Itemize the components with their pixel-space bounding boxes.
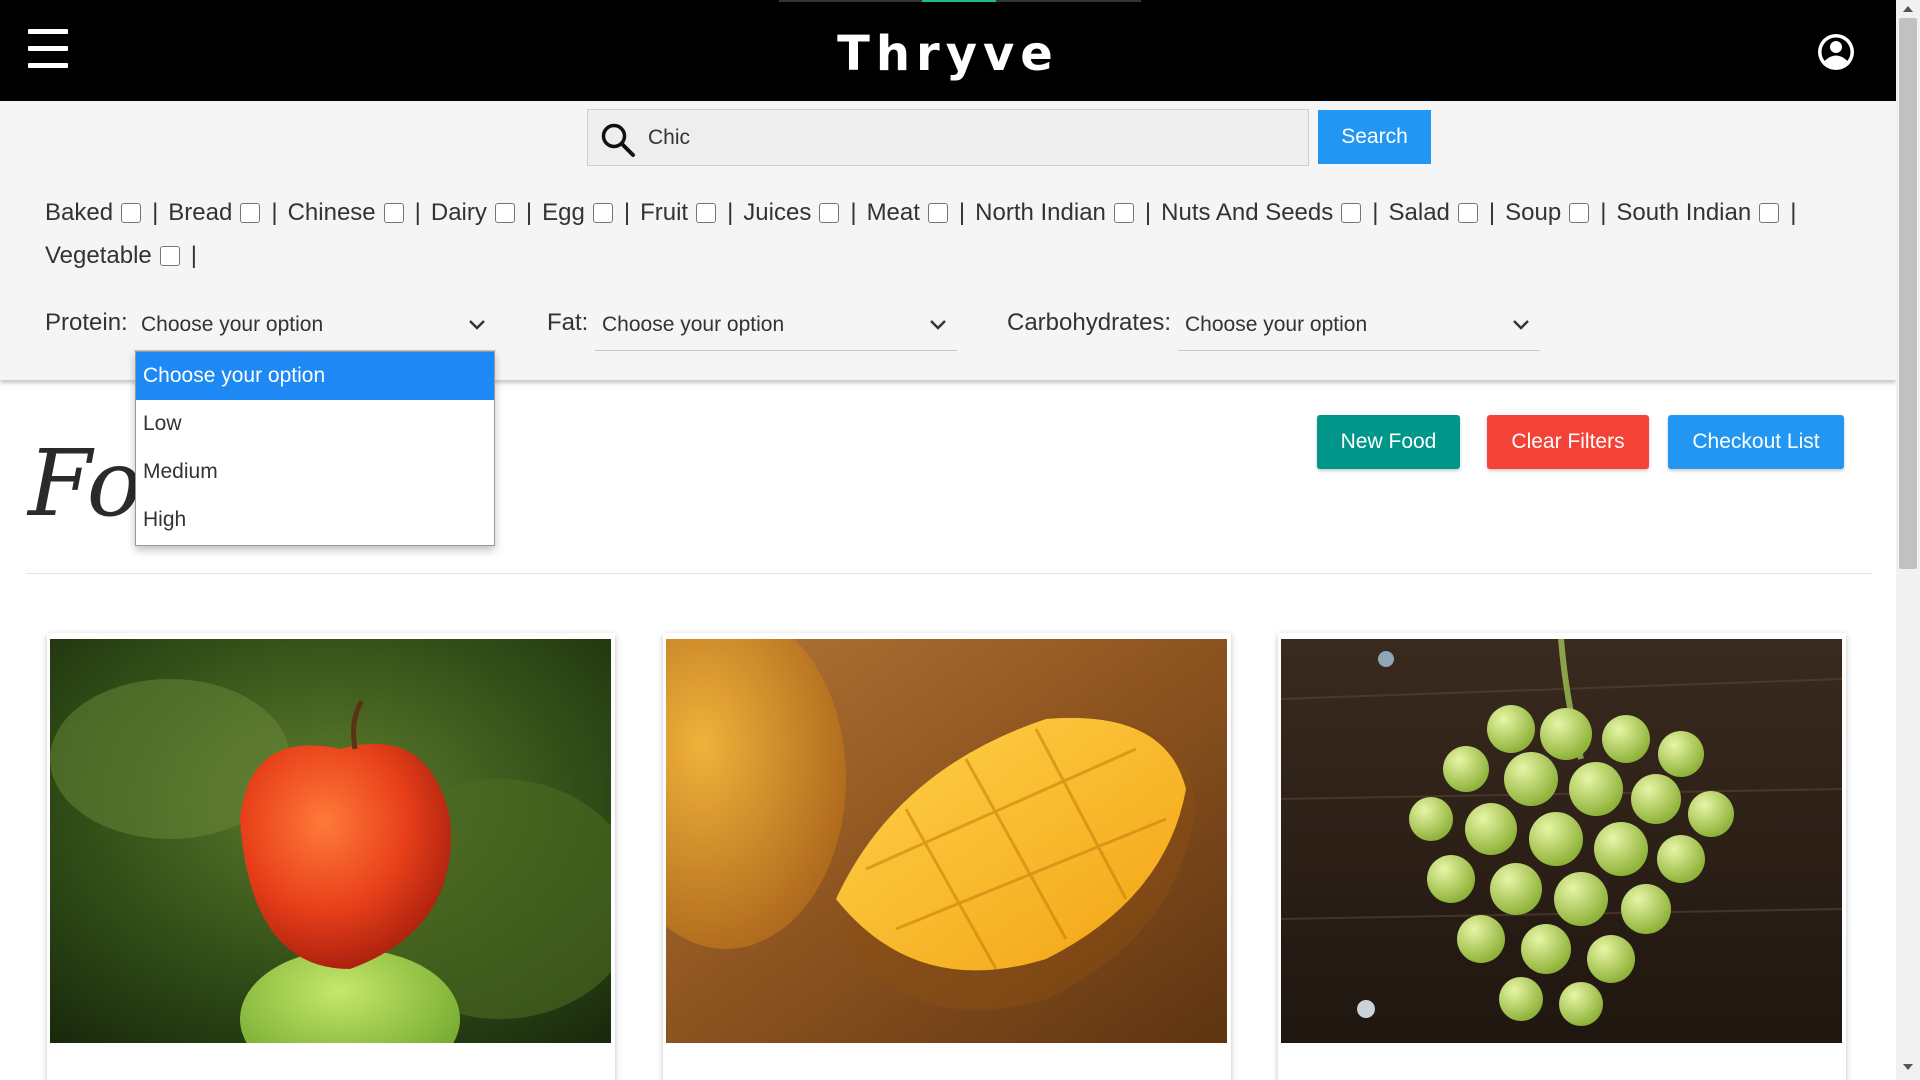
new-food-button[interactable]: New Food xyxy=(1317,415,1460,469)
category-meat[interactable]: Meat xyxy=(867,199,948,227)
separator: | xyxy=(850,199,857,226)
search-input[interactable] xyxy=(648,120,1288,156)
category-checkbox[interactable] xyxy=(1113,203,1134,223)
separator: | xyxy=(623,199,631,226)
category-checkbox[interactable] xyxy=(819,203,840,223)
user-circle-icon[interactable] xyxy=(1816,32,1856,72)
separator: | xyxy=(152,199,159,226)
food-card[interactable] xyxy=(663,633,1231,1080)
food-image-grapes[interactable] xyxy=(1281,639,1842,1043)
category-baked[interactable]: Baked xyxy=(45,199,142,227)
food-card[interactable] xyxy=(47,633,615,1080)
scrollbar-thumb[interactable] xyxy=(1899,18,1917,569)
filter-panel: Search Baked | Bread | Chinese | Dairy |… xyxy=(0,101,1896,380)
category-checkbox[interactable] xyxy=(927,203,948,223)
protein-select[interactable]: Choose your option xyxy=(134,301,496,351)
protein-select-value: Choose your option xyxy=(141,313,324,336)
category-checkbox[interactable] xyxy=(592,203,613,223)
fat-select-value: Choose your option xyxy=(602,313,785,336)
search-button[interactable]: Search xyxy=(1318,110,1431,164)
category-fruit[interactable]: Fruit xyxy=(640,199,717,227)
separator: | xyxy=(958,199,966,226)
carbohydrates-select-value: Choose your option xyxy=(1185,313,1368,336)
top-navbar: Thryve xyxy=(0,0,1896,101)
protein-dropdown-menu: Choose your option Low Medium High xyxy=(135,351,495,546)
category-checkbox[interactable] xyxy=(696,203,717,223)
category-checkbox[interactable] xyxy=(159,246,180,266)
category-checkbox[interactable] xyxy=(121,203,142,223)
search-box[interactable] xyxy=(587,109,1309,166)
dropdown-option-low[interactable]: Low xyxy=(136,400,494,448)
separator: | xyxy=(1372,199,1379,226)
food-image-apple[interactable] xyxy=(50,639,611,1043)
dropdown-option-medium[interactable]: Medium xyxy=(136,448,494,496)
fat-select[interactable]: Choose your option xyxy=(595,301,957,351)
category-vegetable[interactable]: Vegetable xyxy=(45,242,180,270)
carbohydrates-select[interactable]: Choose your option xyxy=(1178,301,1540,351)
brand-logo[interactable]: Thryve xyxy=(0,26,1896,82)
separator: | xyxy=(1144,199,1152,226)
category-filter-row: Vegetable | xyxy=(45,242,207,270)
category-nuts-and-seeds[interactable]: Nuts And Seeds xyxy=(1161,199,1362,227)
category-checkbox[interactable] xyxy=(1569,203,1590,223)
separator: | xyxy=(525,199,533,226)
carbohydrates-label: Carbohydrates: xyxy=(1007,309,1172,336)
dropdown-option-high[interactable]: High xyxy=(136,496,494,544)
checkout-list-button[interactable]: Checkout List xyxy=(1668,415,1844,469)
category-bread[interactable]: Bread xyxy=(168,199,261,227)
food-card[interactable] xyxy=(1278,633,1846,1080)
separator: | xyxy=(727,199,734,226)
loading-bar-fill xyxy=(922,0,996,2)
category-north-indian[interactable]: North Indian xyxy=(975,199,1134,227)
scroll-down-arrow-icon[interactable] xyxy=(1903,1064,1913,1070)
category-egg[interactable]: Egg xyxy=(542,199,613,227)
category-checkbox[interactable] xyxy=(1759,203,1780,223)
food-image-mango[interactable] xyxy=(666,639,1227,1043)
scroll-up-arrow-icon[interactable] xyxy=(1903,6,1913,12)
separator: | xyxy=(1600,199,1607,226)
category-filter-row: Baked | Bread | Chinese | Dairy | Egg | … xyxy=(45,199,1806,227)
category-south-indian[interactable]: South Indian xyxy=(1616,199,1780,227)
category-checkbox[interactable] xyxy=(494,203,515,223)
protein-label: Protein: xyxy=(45,309,128,336)
chevron-down-icon xyxy=(469,320,485,330)
category-dairy[interactable]: Dairy xyxy=(431,199,515,227)
category-checkbox[interactable] xyxy=(1457,203,1478,223)
category-chinese[interactable]: Chinese xyxy=(288,199,404,227)
category-juices[interactable]: Juices xyxy=(743,199,840,227)
category-salad[interactable]: Salad xyxy=(1389,199,1478,227)
category-soup[interactable]: Soup xyxy=(1505,199,1590,227)
page-scrollbar[interactable] xyxy=(1896,0,1920,1080)
chevron-down-icon xyxy=(1513,320,1529,330)
section-divider xyxy=(26,573,1872,574)
clear-filters-button[interactable]: Clear Filters xyxy=(1487,415,1649,469)
category-checkbox[interactable] xyxy=(383,203,404,223)
separator: | xyxy=(1790,199,1797,226)
search-icon xyxy=(601,123,635,157)
dropdown-option-choose[interactable]: Choose your option xyxy=(136,352,494,400)
separator: | xyxy=(1488,199,1496,226)
separator: | xyxy=(414,199,421,226)
chevron-down-icon xyxy=(930,320,946,330)
separator: | xyxy=(271,199,278,226)
separator: | xyxy=(190,242,198,269)
category-checkbox[interactable] xyxy=(1341,203,1362,223)
fat-label: Fat: xyxy=(547,309,589,336)
category-checkbox[interactable] xyxy=(240,203,261,223)
